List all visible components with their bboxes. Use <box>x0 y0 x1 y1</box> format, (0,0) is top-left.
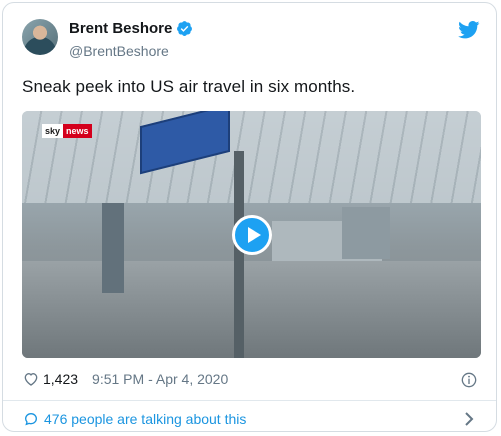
sky-news-watermark: sky news <box>42 124 92 138</box>
info-icon[interactable] <box>461 372 477 388</box>
tweet-meta: 1,423 9:51 PM - Apr 4, 2020 <box>23 371 228 387</box>
display-name[interactable]: Brent Beshore <box>69 20 172 37</box>
user-handle[interactable]: @BrentBeshore <box>69 43 169 59</box>
verified-badge-icon <box>177 21 193 36</box>
conversation-link[interactable]: 476 people are talking about this <box>23 411 246 427</box>
sky-label: sky <box>42 124 64 138</box>
speech-bubble-icon <box>24 412 38 426</box>
news-label: news <box>63 124 92 138</box>
conversation-label[interactable]: 476 people are talking about this <box>44 411 246 427</box>
video-media[interactable]: sky news <box>22 111 481 358</box>
divider <box>3 400 496 401</box>
sign-post <box>234 151 244 358</box>
twitter-bird-icon[interactable] <box>458 21 480 39</box>
play-button[interactable] <box>232 215 272 255</box>
avatar[interactable] <box>22 19 58 55</box>
chevron-right-icon[interactable] <box>464 411 474 427</box>
like-count[interactable]: 1,423 <box>43 371 78 387</box>
tweet-text: Sneak peek into US air travel in six mon… <box>22 77 356 96</box>
pillar <box>102 203 124 293</box>
timestamp[interactable]: 9:51 PM - Apr 4, 2020 <box>92 371 228 387</box>
play-icon <box>247 227 261 243</box>
kiosk <box>342 207 390 259</box>
author-row[interactable]: Brent Beshore <box>69 20 193 37</box>
airport-floor <box>22 261 481 358</box>
heart-icon[interactable] <box>23 371 39 387</box>
tweet-card[interactable]: Brent Beshore @BrentBeshore Sneak peek i… <box>2 2 497 432</box>
